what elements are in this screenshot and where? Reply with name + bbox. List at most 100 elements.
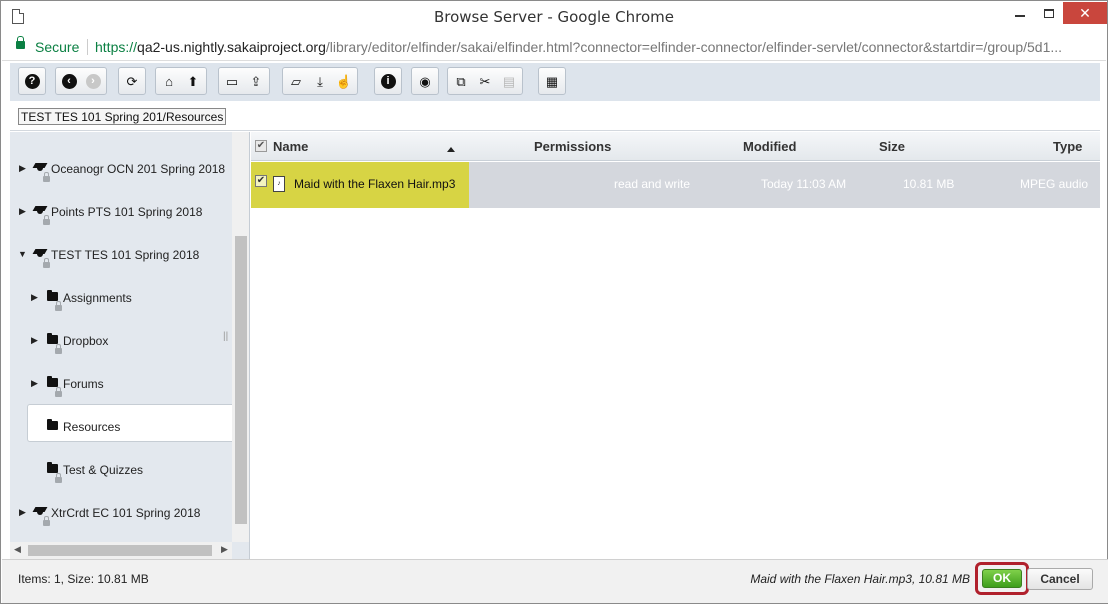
tree-horizontal-scrollbar[interactable]: ◀ ▶ (10, 542, 232, 559)
info-button[interactable]: i (379, 72, 397, 90)
column-header-type[interactable]: Type (1053, 139, 1082, 154)
tree-item-site-expanded[interactable]: ▼ TEST TES 101 Spring 2018 (10, 244, 232, 278)
ok-button-callout: OK (975, 562, 1029, 595)
tree-item-site[interactable]: ▶ XtrCrdt EC 101 Spring 2018 (10, 502, 232, 536)
paste-button[interactable]: ▤ (500, 72, 518, 90)
scrollbar-thumb[interactable] (235, 236, 247, 524)
download-button[interactable]: ⤓ (311, 72, 329, 90)
copy-button[interactable]: ⧉ (452, 72, 470, 90)
window-title: Browse Server - Google Chrome (433, 8, 675, 26)
select-all-checkbox[interactable]: ✔ (255, 140, 267, 152)
tree-item-folder[interactable]: ▶ Dropbox (10, 330, 232, 364)
upload-button[interactable]: ⇪ (247, 72, 265, 90)
tree-item-folder[interactable]: ▶ Forums (10, 373, 232, 407)
expand-arrow-icon[interactable]: ▶ (19, 206, 27, 216)
tree-item-folder[interactable]: ▶ Assignments (10, 287, 232, 321)
lock-icon (55, 387, 62, 397)
forward-button[interactable]: › (84, 72, 102, 90)
url-text[interactable]: https://qa2-us.nightly.sakaiproject.org/… (95, 39, 1100, 55)
forward-icon: › (85, 73, 101, 89)
toolbar-group-history: ‹ › (55, 67, 107, 95)
toolbar-group-navigate: ⌂ ⬆ (155, 67, 207, 95)
tree-item-label: Test & Quizzes (63, 463, 144, 477)
close-icon: ✕ (1079, 4, 1091, 21)
tree-item-label: TEST TES 101 Spring 2018 (51, 248, 200, 262)
tree-item-site[interactable]: ▶ Oceanogr OCN 201 Spring 2018 (10, 158, 232, 192)
cancel-button[interactable]: Cancel (1027, 568, 1093, 590)
upload-icon: ⇪ (250, 73, 262, 89)
file-list: ✔ Name Permissions Modified Size Type ✔ … (251, 132, 1100, 559)
expand-arrow-icon[interactable]: ▶ (19, 507, 27, 517)
column-header-name[interactable]: Name (273, 139, 308, 154)
back-button[interactable]: ‹ (60, 72, 78, 90)
file-list-header: ✔ Name Permissions Modified Size Type (251, 132, 1100, 161)
folder-icon (47, 419, 58, 433)
minimize-button[interactable] (1005, 1, 1035, 25)
home-icon: ⌂ (165, 73, 173, 89)
tree-item-site[interactable]: ▶ Points PTS 101 Spring 2018 (10, 201, 232, 235)
lock-icon (43, 516, 50, 526)
column-header-modified[interactable]: Modified (743, 139, 796, 154)
file-name[interactable]: Maid with the Flaxen Hair.mp3 (294, 177, 455, 191)
maximize-button[interactable] (1035, 1, 1063, 25)
new-folder-button[interactable]: ▭ (223, 72, 241, 90)
minimize-icon (1015, 15, 1025, 17)
path-field[interactable]: TEST TES 101 Spring 201/Resources (18, 108, 227, 125)
address-bar[interactable]: Secure https://qa2-us.nightly.sakaiproje… (2, 33, 1106, 61)
row-checkbox[interactable]: ✔ (255, 175, 267, 187)
toolbar-group-preview: ◉ (411, 67, 439, 95)
scrollbar-thumb[interactable] (28, 545, 212, 556)
preview-button[interactable]: ◉ (416, 72, 434, 90)
toolbar-group-info: i (374, 67, 402, 95)
file-row[interactable]: ✔ ♪ Maid with the Flaxen Hair.mp3 read a… (251, 162, 1100, 208)
close-button[interactable]: ✕ (1063, 2, 1107, 24)
tree-vertical-scrollbar[interactable] (232, 132, 249, 542)
help-icon: ? (24, 73, 40, 89)
collapse-arrow-icon[interactable]: ▼ (18, 249, 27, 259)
new-folder-icon: ▭ (225, 73, 239, 89)
select-button[interactable]: ☝ (335, 72, 353, 90)
url-scheme: https:// (95, 39, 138, 55)
secure-label: Secure (35, 39, 80, 55)
url-host: qa2-us.nightly.sakaiproject.org (137, 39, 326, 55)
scroll-left-icon[interactable]: ◀ (14, 544, 21, 555)
column-header-permissions[interactable]: Permissions (534, 139, 611, 154)
expand-arrow-icon[interactable]: ▶ (31, 335, 39, 345)
resize-grip-icon[interactable]: || (223, 331, 228, 342)
lock-icon (43, 215, 50, 225)
lock-icon (55, 344, 62, 354)
scroll-right-icon[interactable]: ▶ (221, 544, 228, 555)
expand-arrow-icon[interactable]: ▶ (31, 378, 39, 388)
cut-icon: ✂ (479, 73, 491, 89)
tree-item-folder-selected[interactable]: Resources (10, 416, 232, 450)
reload-button[interactable]: ⟳ (123, 72, 141, 90)
toolbar-group-reload: ⟳ (118, 67, 146, 95)
sort-ascending-icon (447, 147, 455, 152)
select-icon: ☝ (335, 73, 353, 89)
expand-arrow-icon[interactable]: ▶ (19, 163, 27, 173)
open-button[interactable]: ▱ (287, 72, 305, 90)
paste-icon: ▤ (502, 73, 516, 89)
tree-item-label: Oceanogr OCN 201 Spring 2018 (51, 162, 226, 176)
title-bar: Browse Server - Google Chrome ✕ (1, 1, 1107, 33)
up-button[interactable]: ⬆ (184, 72, 202, 90)
expand-arrow-icon[interactable]: ▶ (31, 292, 39, 302)
tree-item-label: Points PTS 101 Spring 2018 (51, 205, 203, 219)
home-button[interactable]: ⌂ (160, 72, 178, 90)
file-permissions: read and write (614, 177, 691, 191)
tree-item-partial (10, 132, 232, 141)
help-button[interactable]: ? (23, 72, 41, 90)
view-button[interactable]: ▦ (543, 72, 561, 90)
address-separator (87, 39, 88, 55)
navigation-tree: ▶ Oceanogr OCN 201 Spring 2018 ▶ Points … (10, 132, 250, 559)
ok-button[interactable]: OK (982, 569, 1022, 588)
column-header-size[interactable]: Size (879, 139, 905, 154)
browser-window: Browse Server - Google Chrome ✕ Secure h… (0, 0, 1108, 604)
status-bar: Items: 1, Size: 10.81 MB Maid with the F… (2, 559, 1108, 603)
tree-item-folder[interactable]: Test & Quizzes (10, 459, 232, 493)
cut-button[interactable]: ✂ (476, 72, 494, 90)
finder-toolbar: ? ‹ › ⟳ ⌂ ⬆ ▭ ⇪ ▱ ⤓ ☝ i ◉ ⧉ ✂ ▤ ▦ (10, 63, 1100, 101)
info-icon: i (380, 73, 396, 89)
lock-icon (55, 301, 62, 311)
toolbar-group-help: ? (18, 67, 46, 95)
